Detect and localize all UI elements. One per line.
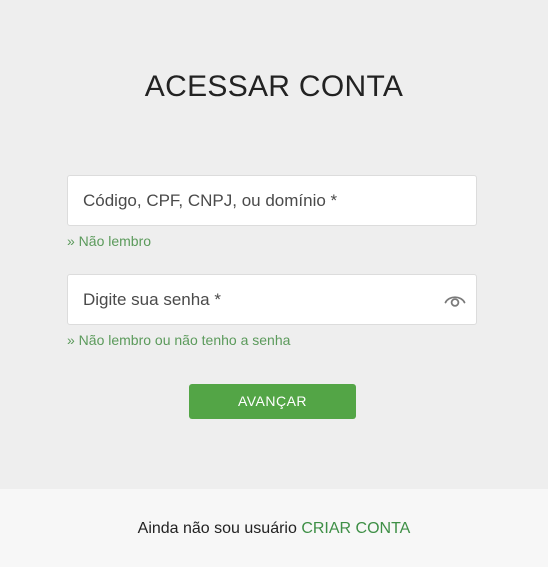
footer-prompt: Ainda não sou usuário <box>137 520 302 537</box>
user-field-container <box>67 175 477 226</box>
create-account-link[interactable]: CRIAR CONTA <box>301 520 410 537</box>
submit-button[interactable]: AVANÇAR <box>189 384 356 419</box>
forgot-password-link[interactable]: » Não lembro ou não tenho a senha <box>67 331 290 349</box>
password-input[interactable] <box>68 275 476 324</box>
user-identifier-input[interactable] <box>68 176 476 225</box>
footer-text: Ainda não sou usuário CRIAR CONTA <box>0 519 548 539</box>
page-title: ACESSAR CONTA <box>144 70 404 103</box>
password-field-container <box>67 274 477 325</box>
forgot-login-link[interactable]: » Não lembro <box>67 232 151 250</box>
footer: Ainda não sou usuário CRIAR CONTA <box>0 489 548 567</box>
login-panel: ACESSAR CONTA » Não lembro » Não lembro … <box>0 0 548 489</box>
eye-icon[interactable] <box>444 290 466 310</box>
